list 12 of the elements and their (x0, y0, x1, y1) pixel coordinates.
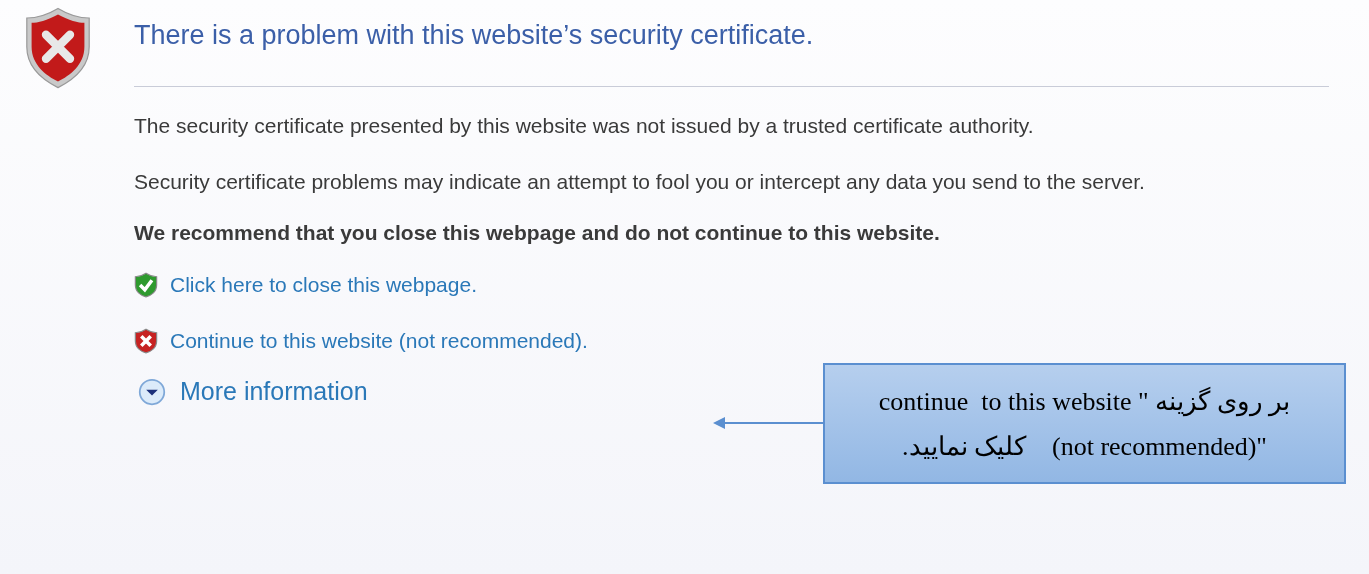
body-paragraph: Security certificate problems may indicate an attempt to fool you or intercept any data you send to the server. (134, 169, 1146, 195)
expand-chevron-icon[interactable] (138, 377, 166, 406)
body-paragraph: The security certificate presented by this website was not issued by a trusted certificate authority. (134, 113, 1035, 139)
x-shield-icon (134, 328, 158, 354)
callout-text: بر روی گزینه " continue to this website (878, 385, 1291, 417)
callout-text: "(not recommended) کلیک نمایید. (902, 430, 1267, 462)
page-link[interactable]: Click here to close this webpage. (170, 273, 477, 297)
more-information-link[interactable]: More information (180, 377, 368, 406)
recommendation-text: We recommend that you close this webpage and do not continue to this website. (134, 221, 941, 245)
page-heading: There is a problem with this website’s security certificate. (134, 20, 815, 52)
check-shield-icon (134, 272, 158, 298)
page-link[interactable]: Continue to this website (not recommended). (170, 329, 588, 353)
